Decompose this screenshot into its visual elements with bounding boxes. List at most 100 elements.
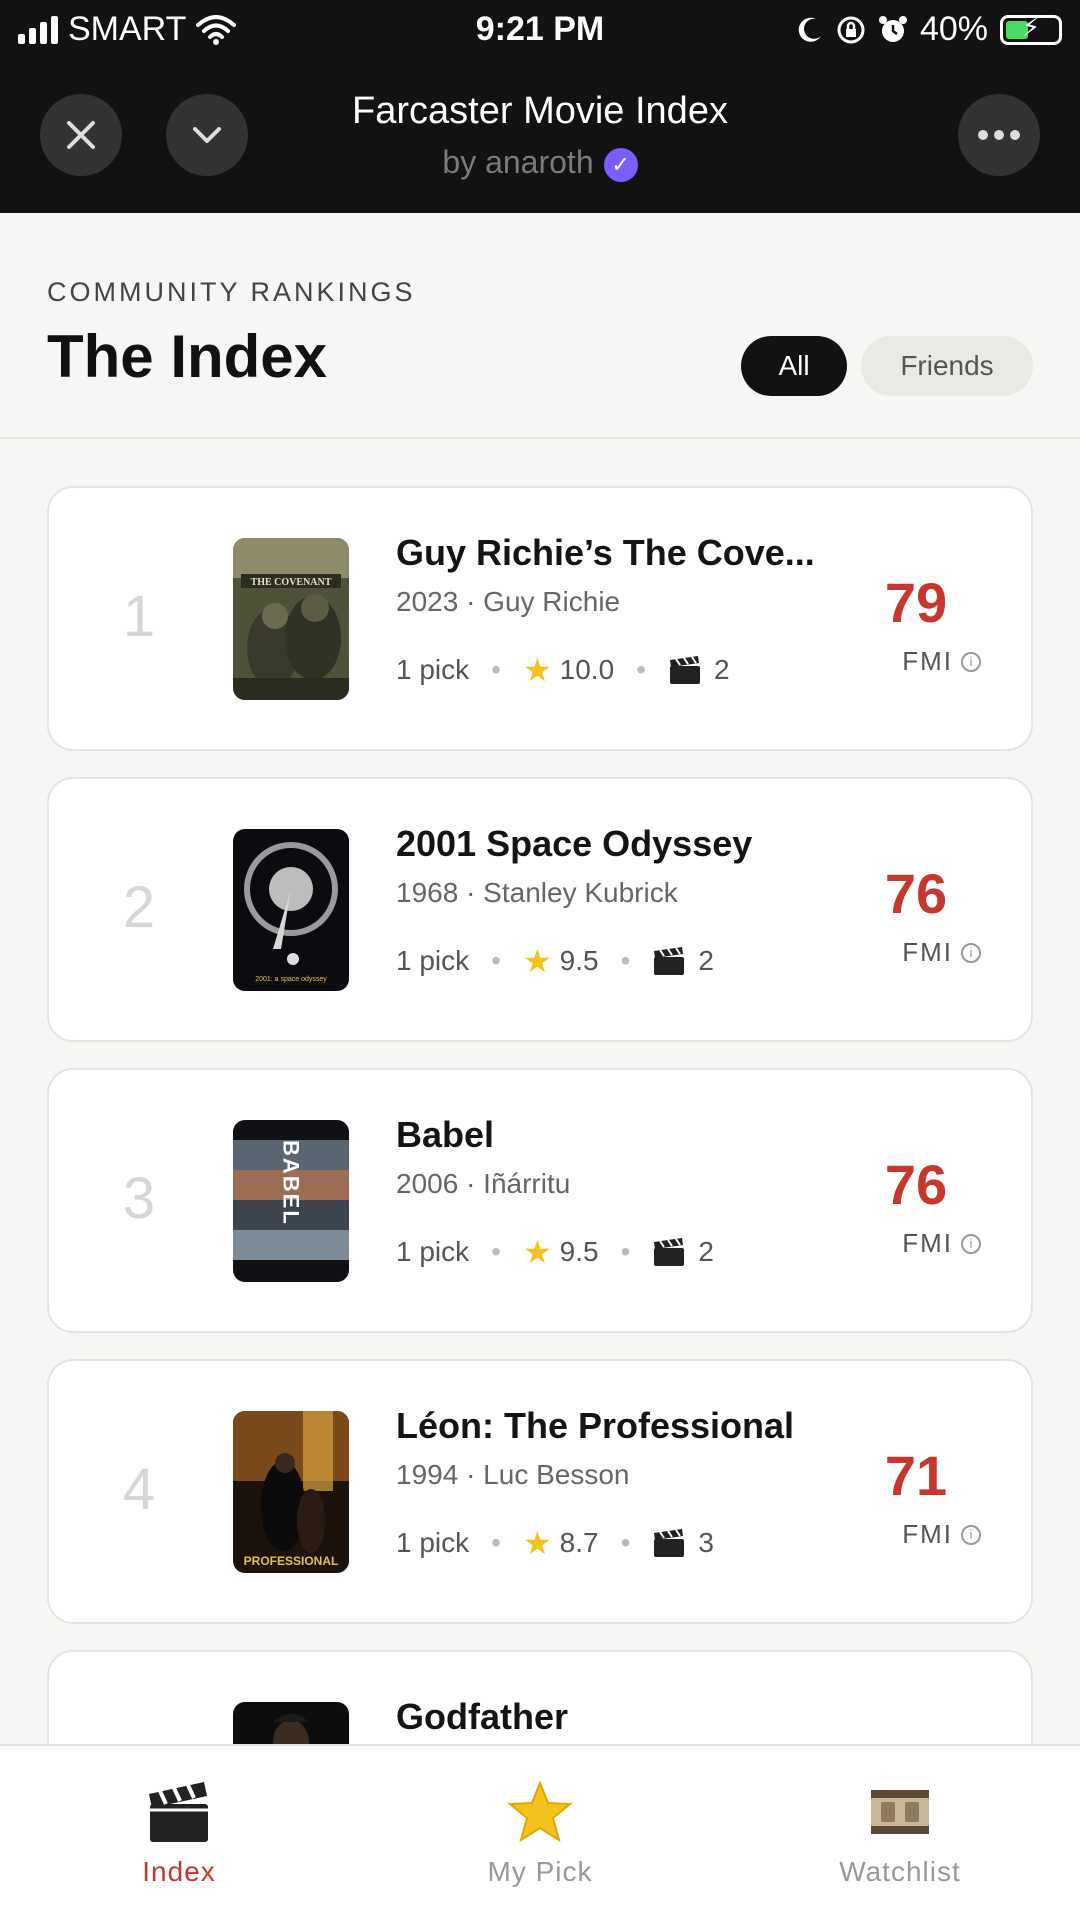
movie-meta: 1 pick • ★ 9.5 • 2 bbox=[396, 941, 714, 981]
alarm-icon bbox=[878, 15, 907, 42]
clip-count: 2 bbox=[698, 1236, 714, 1267]
fmi-score: 71 bbox=[884, 1444, 948, 1507]
movie-year-director: 1968 · Stanley Kubrick bbox=[396, 877, 678, 908]
app-header: Farcaster Movie Index by anaroth ✓ bbox=[0, 60, 1080, 213]
fmi-text: FMI bbox=[902, 646, 953, 676]
movie-card[interactable]: 3 BABEL Babel 2006 · Iñárritu 1 pick • ★… bbox=[47, 1068, 1033, 1333]
movie-poster: THE COVENANT bbox=[233, 538, 349, 700]
tab-my-pick[interactable]: My Pick bbox=[440, 1776, 640, 1888]
movie-title: Godfather bbox=[396, 1696, 569, 1737]
poster-title: THE COVENANT bbox=[251, 577, 332, 588]
status-right: 40% ⚡ bbox=[796, 10, 1062, 49]
movie-poster: 2001: a space odyssey bbox=[233, 829, 349, 991]
film-reel-icon bbox=[800, 1776, 1000, 1848]
clip-count: 2 bbox=[713, 654, 730, 685]
byline-text: by anaroth bbox=[442, 144, 594, 180]
fmi-score: 79 bbox=[884, 571, 948, 634]
movie-title: Babel bbox=[396, 1114, 495, 1155]
fmi-label[interactable]: FMI i bbox=[902, 646, 981, 677]
separator-dot: • bbox=[491, 1527, 501, 1558]
pick-count: 1 pick bbox=[396, 654, 470, 685]
battery-icon: ⚡ bbox=[1000, 11, 1062, 45]
separator-dot: • bbox=[491, 654, 501, 685]
tab-index[interactable]: Index bbox=[79, 1776, 279, 1888]
status-bar: SMART 9:21 PM 40% ⚡ bbox=[0, 0, 1080, 60]
clip-count: 2 bbox=[698, 945, 714, 976]
section-label: COMMUNITY RANKINGS bbox=[47, 277, 416, 307]
rank-number: 2 bbox=[122, 875, 156, 940]
clapperboard-icon bbox=[668, 655, 702, 685]
charging-bolt-icon: ⚡ bbox=[1021, 11, 1041, 42]
tab-label: Watchlist bbox=[839, 1856, 961, 1887]
movie-meta: 1 pick • ★ 8.7 • 3 bbox=[396, 1523, 714, 1563]
moon-icon bbox=[798, 17, 821, 42]
tab-watchlist[interactable]: Watchlist bbox=[800, 1776, 1000, 1888]
rank-number: 4 bbox=[122, 1457, 156, 1522]
movie-poster: PROFESSIONAL bbox=[233, 1411, 349, 1573]
rating-value: 10.0 bbox=[559, 654, 615, 685]
bottom-tab-bar: Index My Pick Watchlist bbox=[0, 1744, 1080, 1920]
verified-badge-icon: ✓ bbox=[603, 147, 638, 182]
star-icon: ★ bbox=[522, 652, 552, 688]
star-icon: ★ bbox=[522, 1234, 552, 1270]
pick-count: 1 pick bbox=[396, 1527, 470, 1558]
fmi-label[interactable]: FMI i bbox=[902, 1228, 981, 1259]
more-dots-icon bbox=[978, 130, 1020, 140]
info-icon[interactable]: i bbox=[961, 651, 981, 672]
star-icon: ★ bbox=[522, 1525, 552, 1561]
info-icon[interactable]: i bbox=[961, 942, 981, 963]
movie-year-director: 2006 · Iñárritu bbox=[396, 1168, 571, 1199]
header-divider bbox=[0, 437, 1080, 439]
star-icon bbox=[440, 1776, 640, 1848]
movie-poster: BABEL bbox=[233, 1120, 349, 1282]
movie-meta: 1 pick • ★ 10.0 • 2 bbox=[396, 650, 730, 690]
movie-meta: 1 pick • ★ 9.5 • 2 bbox=[396, 1232, 714, 1272]
rating-value: 9.5 bbox=[559, 945, 599, 976]
star-icon: ★ bbox=[522, 943, 552, 979]
tab-label: Index bbox=[142, 1856, 216, 1887]
clapperboard-icon bbox=[652, 1528, 686, 1558]
rankings-list[interactable]: 1 THE COVENANT Guy Richie’s The Cove... … bbox=[0, 486, 1080, 1744]
poster-title: 2001: a space odyssey bbox=[255, 976, 327, 983]
fmi-score: 76 bbox=[884, 862, 948, 925]
clapperboard-icon bbox=[652, 1237, 686, 1267]
rank-number: 3 bbox=[122, 1166, 156, 1231]
rank-number: 1 bbox=[122, 584, 156, 649]
clapperboard-icon bbox=[79, 1776, 279, 1848]
movie-year-director: 1994 · Luc Besson bbox=[396, 1459, 630, 1490]
fmi-score: 76 bbox=[884, 1153, 948, 1216]
rating-value: 9.5 bbox=[559, 1236, 599, 1267]
separator-dot: • bbox=[620, 1527, 631, 1558]
movie-card[interactable]: Godfather bbox=[47, 1650, 1033, 1744]
info-icon[interactable]: i bbox=[961, 1524, 981, 1545]
fmi-label[interactable]: FMI i bbox=[902, 937, 981, 968]
page-title: The Index bbox=[47, 323, 328, 390]
app-title: Farcaster Movie Index bbox=[352, 90, 728, 132]
movie-title: Léon: The Professional bbox=[396, 1405, 795, 1446]
movie-card[interactable]: 2 2001: a space odyssey 2001 Space Odyss… bbox=[47, 777, 1033, 1042]
movie-poster bbox=[233, 1702, 349, 1744]
info-icon[interactable]: i bbox=[961, 1233, 981, 1254]
separator-dot: • bbox=[491, 945, 501, 976]
filter-friends-button[interactable]: Friends bbox=[861, 336, 1033, 396]
separator-dot: • bbox=[620, 1236, 631, 1267]
more-options-button[interactable] bbox=[958, 94, 1040, 176]
movie-card[interactable]: 4 PROFESSIONAL Léon: The Professional 19… bbox=[47, 1359, 1033, 1624]
movie-title: Guy Richie’s The Cove... bbox=[396, 532, 815, 573]
rotation-lock-icon bbox=[837, 16, 865, 43]
clapperboard-icon bbox=[652, 946, 686, 976]
separator-dot: • bbox=[620, 945, 631, 976]
fmi-text: FMI bbox=[902, 1228, 953, 1258]
battery-percent: 40% bbox=[919, 10, 988, 48]
fmi-label[interactable]: FMI i bbox=[902, 1519, 981, 1550]
movie-card[interactable]: 1 THE COVENANT Guy Richie’s The Cove... … bbox=[47, 486, 1033, 751]
pick-count: 1 pick bbox=[396, 945, 470, 976]
movie-title: 2001 Space Odyssey bbox=[396, 823, 753, 864]
pick-count: 1 pick bbox=[396, 1236, 470, 1267]
poster-title: PROFESSIONAL bbox=[244, 1554, 339, 1568]
clip-count: 3 bbox=[698, 1527, 714, 1558]
app-byline: by anaroth ✓ bbox=[0, 144, 1080, 182]
separator-dot: • bbox=[636, 654, 646, 685]
fmi-text: FMI bbox=[902, 1519, 953, 1549]
filter-all-button[interactable]: All bbox=[741, 336, 847, 396]
